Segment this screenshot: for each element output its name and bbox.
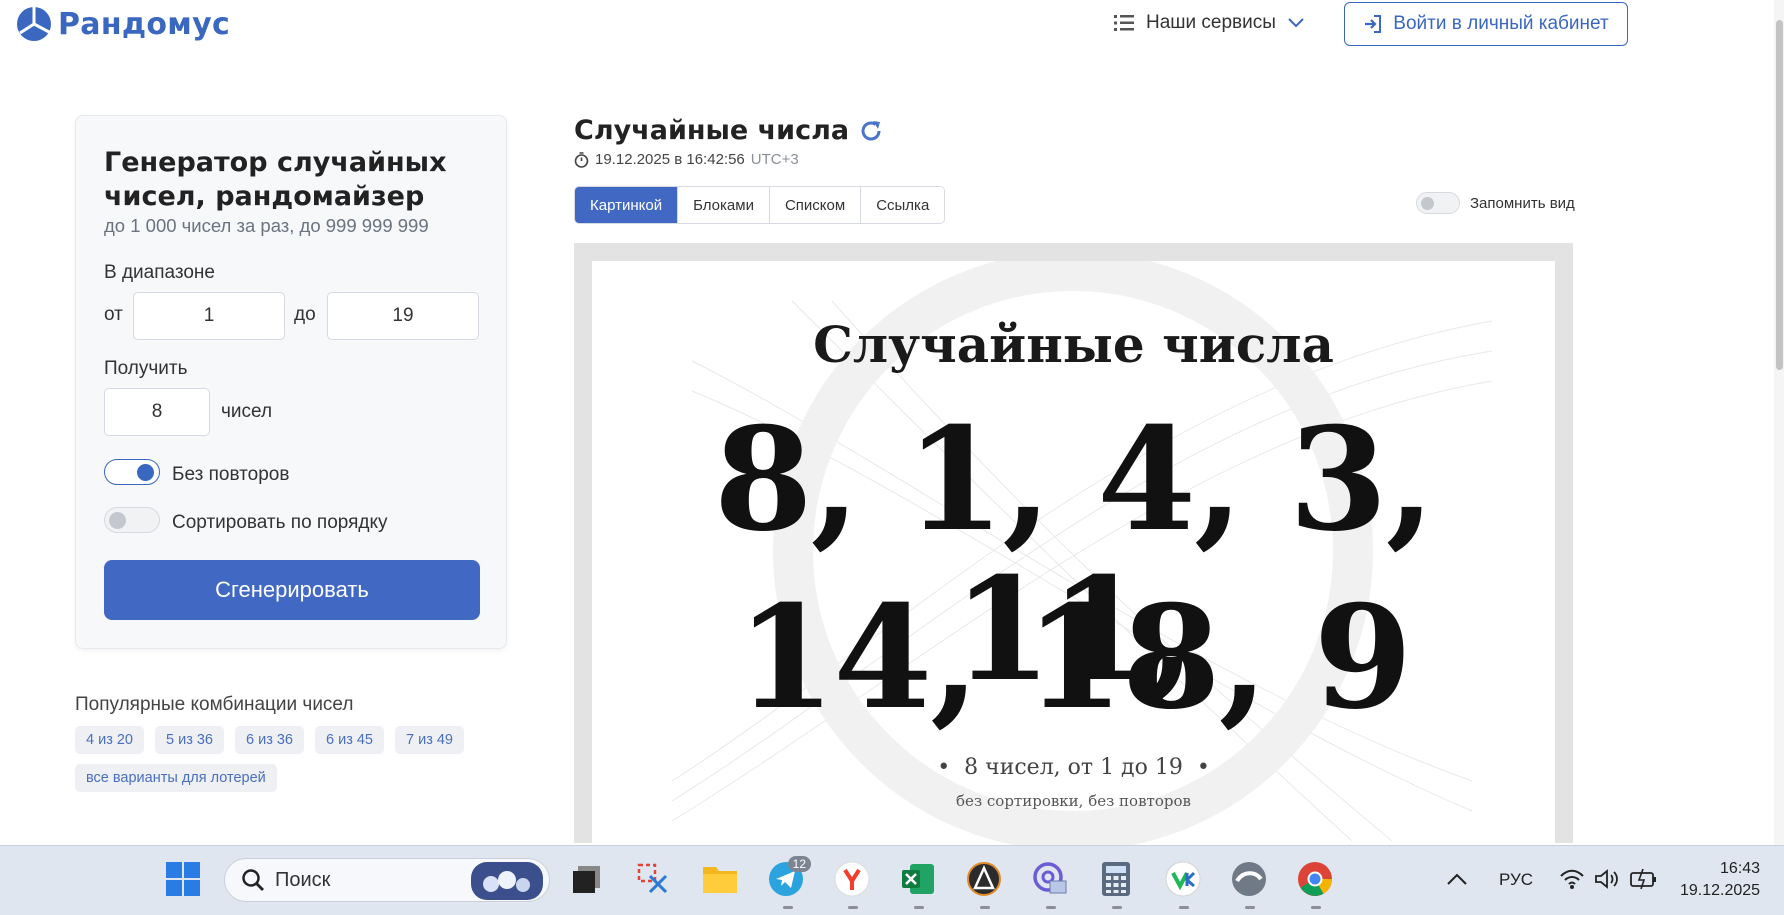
tab-image[interactable]: Картинкой — [575, 187, 678, 223]
get-label: Получить — [104, 358, 188, 379]
search-placeholder: Поиск — [275, 868, 331, 891]
result-title: Случайные числа — [574, 115, 883, 146]
login-icon — [1365, 15, 1382, 33]
search-highlight-image — [471, 862, 543, 900]
view-tabs: Картинкой Блоками Списком Ссылка — [574, 186, 946, 224]
range-from-input[interactable]: 1 — [133, 292, 285, 340]
result-numbers-line-2: 14, 18, 9 — [736, 575, 1413, 741]
range-to-input[interactable]: 19 — [327, 292, 479, 340]
refresh-icon[interactable] — [859, 119, 883, 143]
taskbar-clock[interactable]: 16:43 19.12.2025 — [1680, 858, 1760, 902]
result-datetime: 19.12.2025 в 16:42:56 — [595, 151, 745, 168]
services-menu[interactable]: Наши сервисы — [1114, 12, 1304, 34]
tab-list[interactable]: Списком — [768, 187, 861, 223]
bullet-dot: • — [1182, 755, 1210, 780]
search-icon — [242, 869, 264, 891]
running-indicator — [1112, 906, 1122, 909]
yandex-browser-icon[interactable] — [833, 860, 871, 898]
logo-text: Рандомус — [58, 6, 231, 42]
tab-link[interactable]: Ссылка — [860, 187, 945, 223]
stopwatch-icon — [574, 151, 589, 168]
mail-icon[interactable] — [1031, 860, 1069, 898]
battery-icon[interactable] — [1630, 867, 1658, 891]
logo-icon — [17, 7, 51, 41]
login-button[interactable]: Войти в личный кабинет — [1344, 2, 1628, 46]
language-indicator[interactable]: РУС — [1499, 870, 1533, 890]
popular-chip[interactable]: 6 из 36 — [235, 726, 304, 754]
lottery-variants-chip[interactable]: все варианты для лотерей — [75, 764, 277, 792]
popular-chip[interactable]: 7 из 49 — [395, 726, 464, 754]
telegram-badge: 12 — [787, 856, 811, 872]
tab-blocks[interactable]: Блоками — [677, 187, 769, 223]
running-indicator — [980, 906, 990, 909]
popular-chip[interactable]: 5 из 36 — [155, 726, 224, 754]
remember-view-label: Запомнить вид — [1470, 194, 1575, 212]
bullet-dot: • — [937, 755, 965, 780]
chrome-icon[interactable] — [1296, 860, 1334, 898]
generator-title: Генератор случайных чисел, рандомайзер — [104, 147, 447, 212]
windows-start-icon[interactable] — [164, 860, 202, 898]
image-title: Случайные числа — [813, 315, 1334, 374]
running-indicator — [914, 906, 924, 909]
toggle-knob — [137, 464, 154, 481]
result-image: Случайные числа 8, 1, 4, 3, 11, 14, 18, … — [592, 261, 1555, 861]
task-view-icon[interactable] — [568, 860, 606, 898]
range-label: В диапазоне — [104, 262, 215, 283]
popular-chip[interactable]: 4 из 20 — [75, 726, 144, 754]
running-indicator — [1179, 906, 1189, 909]
running-indicator — [1311, 906, 1321, 909]
app-launcher-icon[interactable] — [965, 860, 1003, 898]
taskbar: Поиск 12 РУС — [0, 845, 1784, 915]
list-icon — [1114, 15, 1134, 31]
image-footer-summary: • 8 чисел, от 1 до 19 • — [592, 755, 1555, 780]
image-footer-options: без сортировки, без повторов — [956, 792, 1191, 810]
popular-chip[interactable]: 6 из 45 — [315, 726, 384, 754]
toggle-knob — [109, 512, 126, 529]
running-indicator — [783, 906, 793, 909]
generate-button[interactable]: Сгенерировать — [104, 560, 480, 620]
toggle-knob — [1421, 197, 1434, 210]
generator-subtitle: до 1 000 чисел за раз, до 999 999 999 — [104, 215, 429, 236]
login-label: Войти в личный кабинет — [1393, 13, 1609, 34]
vk-app-icon[interactable] — [1164, 860, 1202, 898]
scrollbar-thumb[interactable] — [1776, 20, 1783, 370]
excel-icon[interactable] — [899, 860, 937, 898]
services-label: Наши сервисы — [1146, 12, 1276, 33]
to-label: до — [294, 304, 316, 325]
remember-view: Запомнить вид — [1416, 192, 1575, 214]
result-title-text: Случайные числа — [574, 115, 850, 146]
no-repeat-label: Без повторов — [172, 464, 290, 485]
result-timezone: UTC+3 — [750, 151, 799, 168]
clock-date: 19.12.2025 — [1680, 882, 1761, 899]
count-input[interactable]: 8 — [104, 388, 210, 436]
clock-time: 16:43 — [1720, 860, 1761, 877]
chevron-up-icon[interactable] — [1447, 873, 1467, 885]
snipping-tool-icon[interactable] — [634, 860, 672, 898]
count-unit-label: чисел — [221, 401, 273, 422]
image-footer-text: 8 чисел, от 1 до 19 — [964, 755, 1183, 780]
volume-icon[interactable] — [1594, 868, 1620, 890]
running-indicator — [1245, 906, 1255, 909]
taskbar-search[interactable]: Поиск — [224, 858, 550, 902]
calculator-icon[interactable] — [1097, 860, 1135, 898]
from-label: от — [104, 304, 123, 325]
file-explorer-icon[interactable] — [701, 860, 739, 898]
remember-view-toggle[interactable] — [1416, 192, 1460, 214]
popular-title: Популярные комбинации чисел — [75, 694, 354, 715]
generator-card: Генератор случайных чисел, рандомайзер д… — [75, 115, 507, 649]
telegram-icon[interactable]: 12 — [767, 856, 811, 898]
sync-app-icon[interactable] — [1230, 860, 1268, 898]
sort-toggle[interactable] — [104, 507, 160, 533]
chevron-down-icon — [1288, 18, 1304, 28]
sort-label: Сортировать по порядку — [172, 512, 388, 533]
no-repeat-toggle[interactable] — [104, 459, 160, 485]
result-timestamp: 19.12.2025 в 16:42:56 UTC+3 — [574, 151, 799, 168]
result-image-frame: Случайные числа 8, 1, 4, 3, 11, 14, 18, … — [574, 243, 1573, 861]
site-logo[interactable]: Рандомус — [16, 6, 230, 42]
running-indicator — [848, 906, 858, 909]
running-indicator — [1046, 906, 1056, 909]
wifi-icon[interactable] — [1559, 868, 1585, 890]
